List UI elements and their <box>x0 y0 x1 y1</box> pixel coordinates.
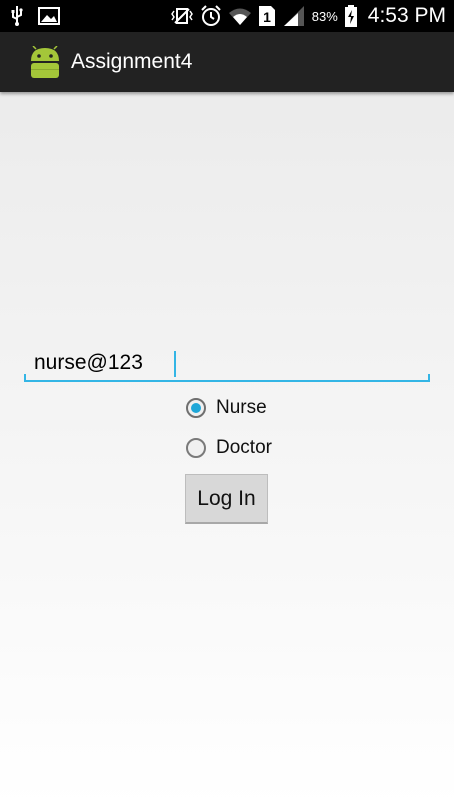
battery-charging-icon <box>344 5 358 27</box>
sim-badge: 1 <box>263 9 271 25</box>
input-underline-right-tick <box>428 374 430 382</box>
login-button[interactable]: Log In <box>185 474 268 524</box>
text-cursor <box>174 351 176 377</box>
wifi-icon <box>228 6 252 26</box>
radio-doctor-indicator[interactable] <box>186 438 206 458</box>
usb-icon <box>10 6 24 26</box>
radio-nurse-label[interactable]: Nurse <box>216 397 267 419</box>
android-logo-icon[interactable] <box>27 45 63 80</box>
image-icon <box>38 7 60 25</box>
signal-icon <box>282 5 306 27</box>
input-underline-left-tick <box>24 374 26 382</box>
status-bar: 1 83% 4:53 PM <box>0 0 454 32</box>
radio-doctor[interactable]: Doctor <box>186 433 272 463</box>
vibrate-icon <box>170 6 194 26</box>
password-field-container <box>24 346 430 384</box>
app-title: Assignment4 <box>71 50 193 73</box>
input-underline <box>24 380 430 382</box>
battery-percent: 83% <box>311 8 338 24</box>
radio-nurse-indicator[interactable] <box>186 398 206 418</box>
credential-input[interactable] <box>24 346 430 380</box>
radio-doctor-label[interactable]: Doctor <box>216 437 272 459</box>
sim-icon: 1 <box>258 5 276 27</box>
action-bar: Assignment4 <box>0 32 454 92</box>
clock: 4:53 PM <box>367 4 446 27</box>
radio-nurse[interactable]: Nurse <box>186 393 267 423</box>
alarm-icon <box>200 5 222 27</box>
